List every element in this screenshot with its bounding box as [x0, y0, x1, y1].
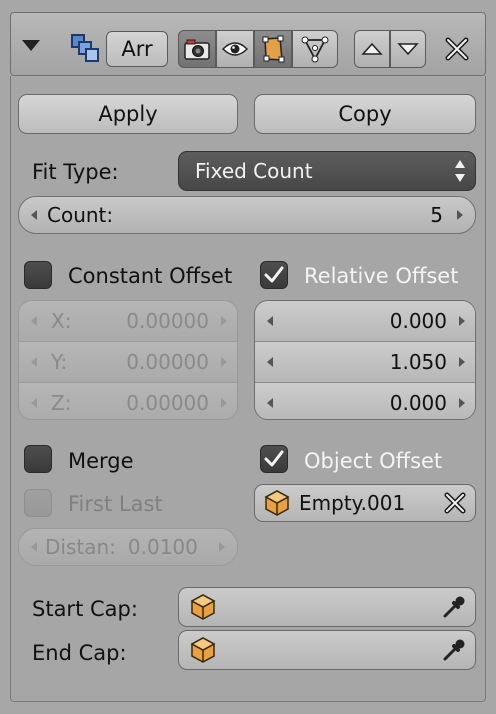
increment-arrow-icon[interactable]: [457, 210, 463, 220]
object-cube-icon: [190, 594, 216, 620]
viewport-toggle-button[interactable]: [216, 30, 254, 68]
end-cap-field[interactable]: [178, 630, 476, 670]
x-value: 0.000: [389, 309, 447, 333]
z-value: 0.000: [389, 391, 447, 415]
move-down-button[interactable]: [390, 30, 426, 68]
array-modifier-icon: [70, 33, 102, 63]
fit-type-value: Fixed Count: [195, 159, 313, 183]
decrement-arrow-icon[interactable]: [31, 210, 37, 220]
x-label: X:: [51, 309, 72, 333]
z-value: 0.00000: [126, 391, 209, 415]
decrement-arrow-icon[interactable]: [267, 398, 273, 408]
z-label: Z:: [51, 391, 72, 415]
relative-offset-x-field[interactable]: 0.000: [255, 301, 475, 342]
y-label: Y:: [51, 350, 68, 374]
eyedropper-icon[interactable]: [441, 594, 467, 620]
merge-distance-field[interactable]: Distan: 0.0100: [18, 528, 238, 566]
object-cube-icon: [264, 490, 290, 516]
cage-toggle-button[interactable]: [292, 30, 338, 68]
first-last-checkbox[interactable]: [24, 489, 52, 517]
checkmark-icon: [264, 450, 284, 467]
vertex-triangle-icon: [301, 36, 329, 63]
relative-offset-y-field[interactable]: 1.050: [255, 342, 475, 383]
constant-offset-x-field[interactable]: X: 0.00000: [19, 301, 237, 342]
constant-offset-vector: X: 0.00000 Y: 0.00000 Z: 0.00000: [18, 300, 238, 420]
decrement-arrow-icon[interactable]: [267, 316, 273, 326]
triangle-down-icon: [397, 43, 419, 56]
y-value: 0.00000: [126, 350, 209, 374]
fit-type-dropdown[interactable]: Fixed Count: [178, 151, 476, 191]
increment-arrow-icon[interactable]: [219, 542, 225, 552]
first-last-label: First Last: [68, 492, 163, 516]
distance-label: Distan:: [45, 535, 116, 559]
constant-offset-label: Constant Offset: [68, 264, 233, 288]
checkmark-icon: [264, 266, 284, 283]
decrement-arrow-icon[interactable]: [31, 398, 37, 408]
object-offset-checkbox[interactable]: [260, 445, 288, 473]
constant-offset-z-field[interactable]: Z: 0.00000: [19, 383, 237, 419]
count-field[interactable]: Count: 5: [18, 196, 476, 234]
constant-offset-y-field[interactable]: Y: 0.00000: [19, 342, 237, 383]
increment-arrow-icon[interactable]: [221, 357, 227, 367]
relative-offset-checkbox[interactable]: [260, 261, 288, 289]
merge-checkbox[interactable]: [24, 445, 52, 473]
collapse-triangle-icon[interactable]: [22, 40, 40, 51]
count-label: Count:: [47, 203, 114, 227]
clear-x-icon[interactable]: [443, 491, 467, 515]
decrement-arrow-icon[interactable]: [31, 316, 37, 326]
copy-button[interactable]: Copy: [254, 94, 476, 134]
increment-arrow-icon[interactable]: [459, 398, 465, 408]
count-value: 5: [430, 203, 443, 227]
object-cube-icon: [190, 637, 216, 663]
increment-arrow-icon[interactable]: [221, 316, 227, 326]
decrement-arrow-icon[interactable]: [31, 542, 37, 552]
eye-icon: [221, 42, 249, 56]
apply-button[interactable]: Apply: [18, 94, 238, 134]
decrement-arrow-icon[interactable]: [267, 357, 273, 367]
decrement-arrow-icon[interactable]: [31, 357, 37, 367]
camera-icon: [184, 39, 210, 60]
x-value: 0.00000: [126, 309, 209, 333]
relative-offset-vector: 0.000 1.050 0.000: [254, 300, 476, 420]
end-cap-label: End Cap:: [32, 641, 127, 665]
merge-label: Merge: [68, 449, 134, 473]
updown-arrows-icon: [455, 160, 465, 182]
edit-mode-icon: [262, 35, 285, 63]
move-up-button[interactable]: [354, 30, 390, 68]
increment-arrow-icon[interactable]: [459, 316, 465, 326]
modifier-name-field[interactable]: Arr: [106, 31, 168, 67]
editmode-toggle-button[interactable]: [254, 30, 292, 68]
start-cap-field[interactable]: [178, 587, 476, 627]
offset-object-field[interactable]: Empty.001: [254, 484, 476, 522]
relative-offset-label: Relative Offset: [304, 264, 459, 288]
relative-offset-z-field[interactable]: 0.000: [255, 383, 475, 419]
fit-type-label: Fit Type:: [32, 160, 119, 184]
increment-arrow-icon[interactable]: [221, 398, 227, 408]
start-cap-label: Start Cap:: [32, 597, 138, 621]
distance-value: 0.0100: [127, 535, 198, 559]
offset-object-value: Empty.001: [299, 491, 406, 515]
eyedropper-icon[interactable]: [441, 637, 467, 663]
increment-arrow-icon[interactable]: [459, 357, 465, 367]
constant-offset-checkbox[interactable]: [24, 261, 52, 289]
object-offset-label: Object Offset: [304, 449, 443, 473]
triangle-up-icon: [361, 42, 383, 55]
render-toggle-button[interactable]: [178, 30, 216, 68]
y-value: 1.050: [389, 350, 447, 374]
close-icon[interactable]: [444, 36, 470, 62]
